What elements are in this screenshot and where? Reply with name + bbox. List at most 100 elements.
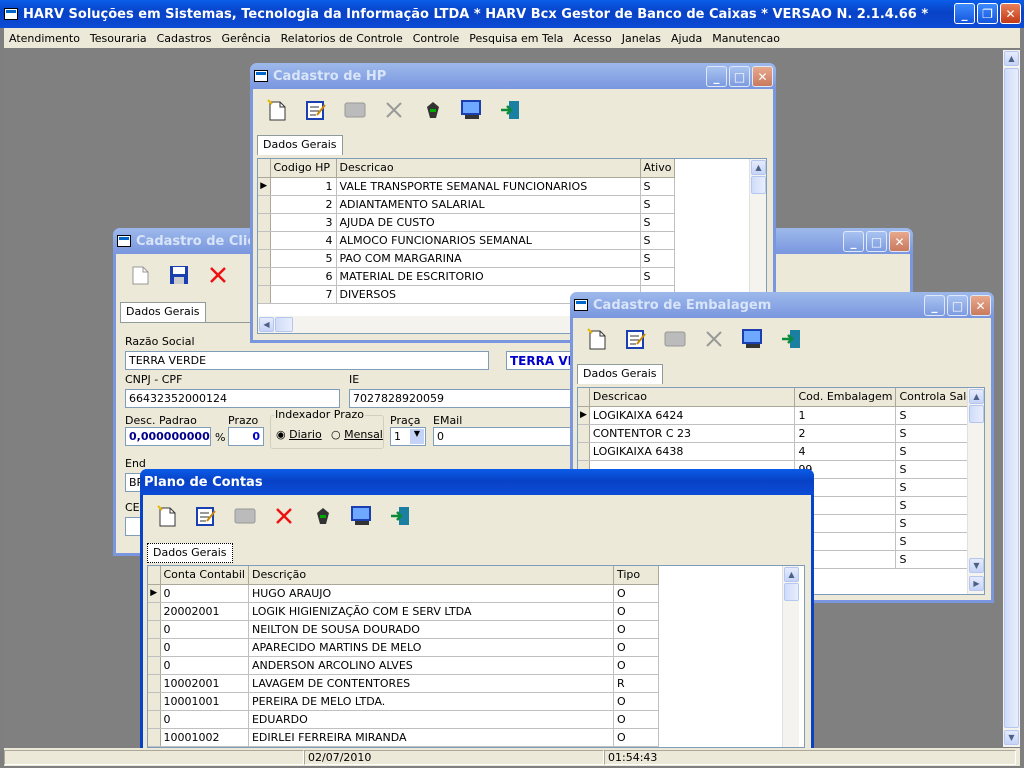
row-indicator[interactable] (148, 692, 161, 711)
table-row[interactable]: 10001001 PEREIRA DE MELO LTDA. O (148, 692, 659, 711)
table-cell[interactable]: 0 (160, 620, 249, 639)
table-cell[interactable]: S (640, 249, 676, 268)
praca-select[interactable]: 1 ▼ (390, 427, 426, 446)
tab-dados-gerais[interactable]: Dados Gerais (257, 135, 343, 155)
hp-titlebar[interactable]: Cadastro de HP _ □ ✕ (250, 63, 776, 89)
close-button[interactable]: ✕ (752, 66, 773, 87)
tab-dados-gerais[interactable]: Dados Gerais (120, 302, 206, 322)
column-header[interactable]: Ativo (640, 159, 676, 178)
maximize-button[interactable]: □ (947, 295, 968, 316)
scroll-thumb[interactable] (1004, 68, 1019, 728)
new-document-icon[interactable] (126, 261, 154, 289)
new-document-icon[interactable] (263, 96, 291, 124)
row-indicator[interactable] (578, 424, 590, 443)
minimize-button[interactable]: _ (843, 231, 864, 252)
row-indicator[interactable] (148, 728, 161, 747)
ie-field[interactable]: 7027828920059 (349, 389, 579, 408)
maximize-button[interactable]: □ (866, 231, 887, 252)
table-row[interactable]: 20002001 LOGIK HIGIENIZAÇÃO COM E SERV LT… (148, 602, 659, 621)
cancel-icon[interactable] (380, 96, 408, 124)
razao-field[interactable]: TERRA VERDE (125, 351, 489, 370)
table-row[interactable]: 0 EDUARDO O (148, 710, 659, 729)
scroll-left-icon[interactable]: ◀ (259, 317, 274, 332)
row-indicator[interactable] (258, 285, 271, 304)
preview-icon[interactable] (739, 325, 767, 353)
row-indicator[interactable] (148, 656, 161, 675)
table-cell[interactable]: 0 (160, 656, 249, 675)
preview-icon[interactable] (348, 502, 376, 530)
table-cell[interactable]: 2 (794, 424, 897, 443)
table-cell[interactable]: LOGIKAIXA 6424 (589, 406, 796, 425)
table-row[interactable]: 3 AJUDA DE CUSTO S (258, 213, 676, 232)
table-cell[interactable]: O (613, 692, 659, 711)
column-header[interactable]: Codigo HP (270, 159, 337, 178)
keyboard-icon[interactable] (341, 96, 369, 124)
table-row[interactable]: 0 APARECIDO MARTINS DE MELO O (148, 638, 659, 657)
column-header[interactable]: Tipo (613, 566, 659, 585)
embalagem-titlebar[interactable]: Cadastro de Embalagem _ □ ✕ (570, 292, 994, 318)
close-button[interactable]: ✕ (889, 231, 910, 252)
save-icon[interactable] (165, 261, 193, 289)
row-indicator[interactable] (258, 249, 271, 268)
exit-icon[interactable] (387, 502, 415, 530)
table-cell[interactable]: 7 (270, 285, 337, 304)
row-indicator[interactable] (258, 267, 271, 286)
table-cell[interactable]: 20002001 (160, 602, 249, 621)
table-cell[interactable]: 0 (160, 584, 249, 603)
chevron-down-icon[interactable]: ▼ (410, 429, 424, 444)
table-cell[interactable]: CONTENTOR C 23 (589, 424, 796, 443)
close-button[interactable]: ✕ (970, 295, 991, 316)
table-row[interactable]: CONTENTOR C 23 2 S (578, 424, 984, 443)
table-cell[interactable]: MATERIAL DE ESCRITORIO (336, 267, 641, 286)
current-row-indicator-icon[interactable]: ▶ (258, 177, 271, 196)
table-cell[interactable]: NEILTON DE SOUSA DOURADO (248, 620, 614, 639)
table-cell[interactable]: O (613, 602, 659, 621)
table-row[interactable]: 10001002 EDIRLEI FERREIRA MIRANDA O (148, 728, 659, 747)
current-row-indicator-icon[interactable]: ▶ (148, 584, 161, 603)
column-header[interactable]: Descricao (589, 388, 796, 407)
table-cell[interactable]: O (613, 728, 659, 747)
scroll-up-icon[interactable]: ▲ (969, 389, 984, 404)
scroll-down-icon[interactable]: ▼ (1004, 730, 1019, 745)
table-row[interactable]: 0 NEILTON DE SOUSA DOURADO O (148, 620, 659, 639)
minimize-button[interactable]: _ (954, 3, 975, 24)
table-cell[interactable]: S (640, 231, 676, 250)
new-document-icon[interactable] (583, 325, 611, 353)
table-cell[interactable]: S (640, 195, 676, 214)
table-row[interactable]: 5 PAO COM MARGARINA S (258, 249, 676, 268)
table-row[interactable]: ▶ 0 HUGO ARAUJO O (148, 584, 659, 603)
table-cell[interactable]: 5 (270, 249, 337, 268)
row-indicator[interactable] (148, 710, 161, 729)
table-cell[interactable]: 10001001 (160, 692, 249, 711)
prazo-field[interactable]: 0 (228, 427, 264, 446)
table-cell[interactable]: HUGO ARAUJO (248, 584, 614, 603)
table-cell[interactable]: S (640, 177, 676, 196)
tab-dados-gerais[interactable]: Dados Gerais (577, 364, 663, 384)
close-button[interactable]: ✕ (1000, 3, 1021, 24)
table-row[interactable]: 2 ADIANTAMENTO SALARIAL S (258, 195, 676, 214)
table-cell[interactable]: VALE TRANSPORTE SEMANAL FUNCIONARIOS (336, 177, 641, 196)
minimize-button[interactable]: _ (924, 295, 945, 316)
scroll-thumb[interactable] (969, 405, 984, 423)
plano-grid-vscroll[interactable]: ▲ (782, 566, 799, 747)
row-indicator[interactable] (148, 620, 161, 639)
table-cell[interactable]: 0 (160, 710, 249, 729)
menu-ajuda[interactable]: Ajuda (666, 32, 707, 45)
cancel-icon[interactable] (700, 325, 728, 353)
table-cell[interactable]: 1 (794, 406, 897, 425)
table-cell[interactable]: 10001002 (160, 728, 249, 747)
delete-icon[interactable] (270, 502, 298, 530)
row-indicator[interactable] (148, 602, 161, 621)
table-cell[interactable]: LAVAGEM DE CONTENTORES (248, 674, 614, 693)
table-cell[interactable]: ALMOCO FUNCIONARIOS SEMANAL (336, 231, 641, 250)
menu-atendimento[interactable]: Atendimento (4, 32, 85, 45)
menu-relatorios[interactable]: Relatorios de Controle (276, 32, 408, 45)
scroll-down-icon[interactable]: ▼ (969, 558, 984, 573)
table-cell[interactable]: O (613, 620, 659, 639)
exit-icon[interactable] (497, 96, 525, 124)
row-indicator[interactable] (258, 213, 271, 232)
menu-tesouraria[interactable]: Tesouraria (85, 32, 152, 45)
table-cell[interactable]: 4 (270, 231, 337, 250)
table-row[interactable]: 10002001 LAVAGEM DE CONTENTORES R (148, 674, 659, 693)
table-cell[interactable]: 4 (794, 442, 897, 461)
